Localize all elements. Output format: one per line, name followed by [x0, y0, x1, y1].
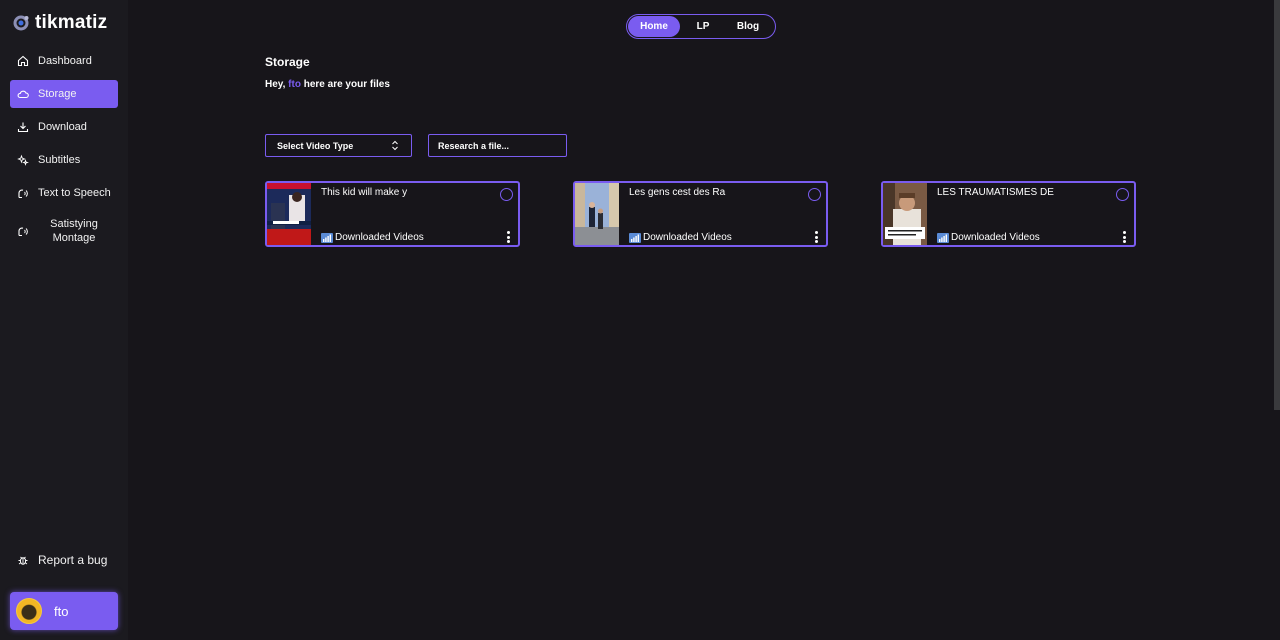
report-bug-label: Report a bug [38, 553, 108, 567]
greeting: Hey, fto here are your files [265, 79, 390, 90]
tab-blog[interactable]: Blog [726, 16, 770, 37]
sidebar-item-label: Text to Speech [38, 187, 111, 199]
file-folder: Downloaded Videos [629, 232, 732, 243]
logo[interactable]: tikmatiz [12, 12, 107, 34]
select-radio[interactable] [808, 188, 821, 201]
more-options-icon[interactable] [1122, 231, 1126, 243]
sidebar-item-subtitles[interactable]: Subtitles [10, 146, 118, 174]
logo-text: tikmatiz [35, 12, 108, 33]
tab-home[interactable]: Home [628, 16, 680, 37]
file-folder: Downloaded Videos [937, 232, 1040, 243]
avatar [16, 598, 42, 624]
sidebar-item-text-to-speech[interactable]: Text to Speech [10, 179, 118, 207]
sidebar-item-download[interactable]: Download [10, 113, 118, 141]
file-card[interactable]: Les gens cest des Ra Downloaded Videos [573, 181, 828, 247]
video-type-select[interactable]: Select Video Type [265, 134, 412, 157]
sidebar-item-label: Subtitles [38, 154, 81, 166]
file-search-input[interactable] [428, 134, 567, 157]
file-card[interactable]: LES TRAUMATISMES DE Downloaded Videos [881, 181, 1136, 247]
top-nav: Home LP Blog [626, 14, 776, 39]
sidebar-nav: Dashboard Storage Download Subtitles Tex… [10, 47, 118, 255]
cloud-icon [17, 90, 29, 99]
sidebar: tikmatiz Dashboard Storage Download Subt… [0, 0, 128, 640]
sidebar-item-label: Download [38, 121, 87, 133]
page-title: Storage [265, 55, 310, 69]
speech-icon [18, 227, 28, 237]
sidebar-item-label: Dashboard [38, 55, 92, 67]
sidebar-item-dashboard[interactable]: Dashboard [10, 47, 118, 75]
file-folder-label: Downloaded Videos [951, 232, 1040, 243]
file-title: LES TRAUMATISMES DE [937, 187, 1054, 198]
bug-icon [18, 556, 28, 565]
sidebar-item-satisfying-montage[interactable]: Satistying Montage [10, 212, 118, 250]
greeting-suffix: here are your files [303, 79, 390, 90]
select-radio[interactable] [500, 188, 513, 201]
video-thumbnail [267, 183, 311, 245]
bar-chart-icon [629, 232, 641, 243]
file-card[interactable]: This kid will make y Downloaded Videos [265, 181, 520, 247]
file-folder-label: Downloaded Videos [335, 232, 424, 243]
download-icon [17, 122, 29, 133]
video-thumbnail [883, 183, 927, 245]
file-folder-label: Downloaded Videos [643, 232, 732, 243]
file-title: This kid will make y [321, 187, 408, 198]
greeting-prefix: Hey, [265, 79, 286, 90]
bar-chart-icon [937, 232, 949, 243]
sidebar-item-label: Storage [38, 88, 77, 100]
select-radio[interactable] [1116, 188, 1129, 201]
app-root: tikmatiz Dashboard Storage Download Subt… [0, 0, 1280, 640]
sparkle-icon [17, 154, 29, 166]
video-type-select-label: Select Video Type [277, 140, 354, 151]
user-profile-button[interactable]: fto [10, 592, 118, 630]
speech-icon [18, 189, 28, 199]
home-icon [17, 55, 29, 67]
more-options-icon[interactable] [814, 231, 818, 243]
tab-lp[interactable]: LP [680, 16, 726, 37]
chevron-up-down-icon [392, 140, 398, 151]
video-thumbnail [575, 183, 619, 245]
page-scrollbar[interactable] [1274, 0, 1280, 410]
report-bug-button[interactable]: Report a bug [17, 553, 107, 567]
logo-icon [13, 15, 29, 31]
bar-chart-icon [321, 232, 333, 243]
greeting-username: fto [288, 79, 301, 90]
file-title: Les gens cest des Ra [629, 187, 726, 198]
more-options-icon[interactable] [506, 231, 510, 243]
user-name: fto [54, 603, 69, 619]
sidebar-item-storage[interactable]: Storage [10, 80, 118, 108]
file-folder: Downloaded Videos [321, 232, 424, 243]
sidebar-item-label: Satistying Montage [50, 218, 98, 244]
